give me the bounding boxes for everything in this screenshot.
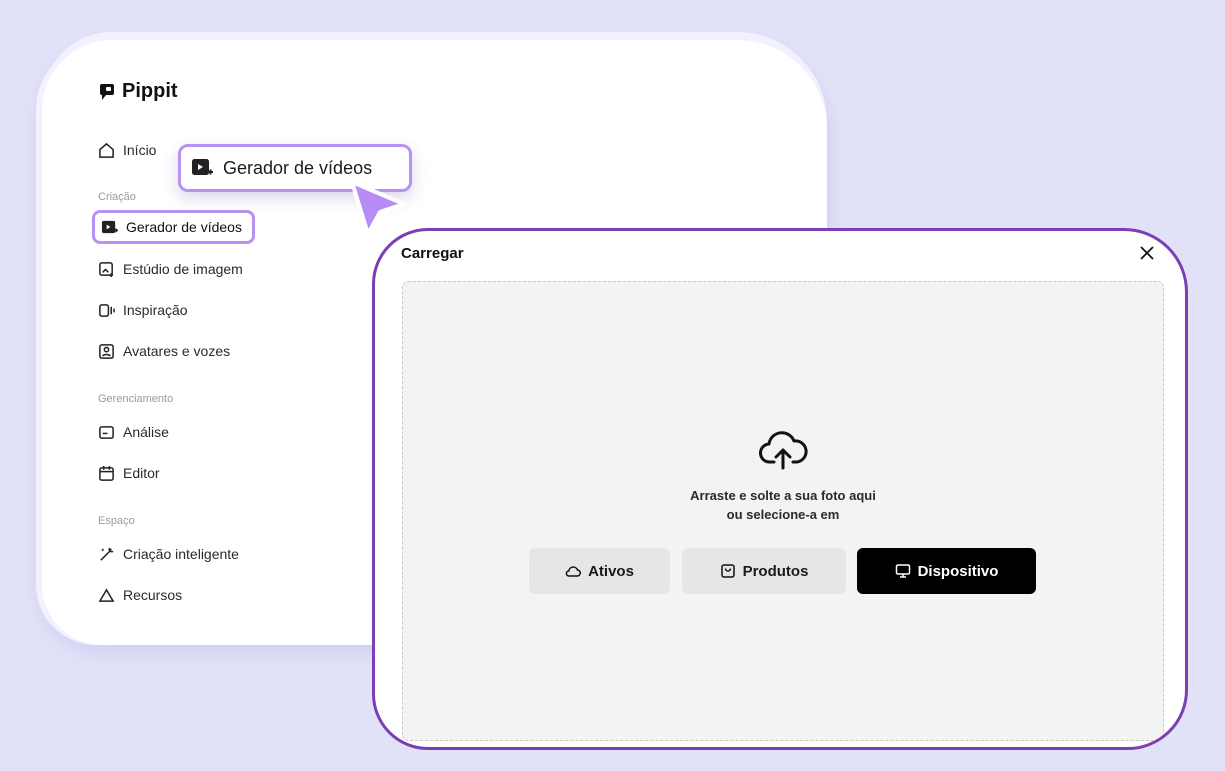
avatar-icon: [99, 343, 114, 359]
drop-instruction: Arraste e solte a sua foto aqui: [690, 488, 876, 503]
video-generator-icon: [192, 159, 213, 175]
monitor-icon: [895, 564, 910, 578]
magic-wand-icon: [100, 547, 114, 561]
sidebar-item-label: Estúdio de imagem: [123, 261, 243, 277]
analytics-icon: [99, 425, 114, 439]
image-studio-icon: [99, 261, 114, 277]
sidebar-item-avatars[interactable]: Avatares e vozes: [98, 339, 230, 363]
upload-modal: Carregar Arraste e solte a sua foto aqui…: [372, 228, 1188, 750]
sidebar-item-smart-creation[interactable]: Criação inteligente: [98, 542, 239, 566]
products-button[interactable]: Produtos: [682, 548, 846, 594]
pippit-logo-icon: [100, 83, 114, 100]
brand-name: Pippit: [122, 80, 178, 102]
home-icon: [99, 142, 114, 158]
sidebar-item-label: Inspiração: [123, 302, 188, 318]
sidebar-item-label: Análise: [123, 424, 169, 440]
sidebar-item-home[interactable]: Início: [98, 138, 156, 162]
section-label-management: Gerenciamento: [98, 393, 174, 405]
device-button-label: Dispositivo: [917, 562, 999, 580]
drop-instruction-secondary: ou selecione-a em: [726, 507, 840, 522]
resources-icon: [98, 587, 115, 602]
cloud-icon: [565, 566, 582, 577]
sidebar-item-label: Gerador de vídeos: [126, 219, 242, 235]
calendar-icon: [99, 465, 114, 481]
close-icon[interactable]: [1137, 243, 1157, 263]
modal-title: Carregar: [401, 245, 464, 262]
sidebar-item-resources[interactable]: Recursos: [98, 583, 182, 607]
brand-logo[interactable]: Pippit: [98, 80, 178, 103]
inspiration-icon: [99, 303, 115, 317]
sidebar-item-inspiration[interactable]: Inspiração: [98, 298, 188, 322]
sidebar-item-video-generator[interactable]: Gerador de vídeos: [92, 210, 255, 244]
sidebar-item-editor[interactable]: Editor: [98, 461, 160, 485]
drop-zone[interactable]: Arraste e solte a sua foto aqui ou selec…: [402, 281, 1164, 741]
products-button-label: Produtos: [742, 562, 809, 580]
section-label-space: Espaço: [98, 515, 135, 527]
sidebar-item-label: Início: [123, 142, 157, 158]
sidebar-item-label: Editor: [123, 465, 160, 481]
sidebar-item-label: Recursos: [123, 587, 183, 603]
sidebar-item-analytics[interactable]: Análise: [98, 420, 169, 444]
bag-icon: [720, 564, 735, 578]
video-generator-icon: [101, 220, 118, 233]
sidebar-item-label: Avatares e vozes: [123, 343, 231, 359]
assets-button-label: Ativos: [588, 562, 634, 580]
section-label-creation: Criação: [98, 191, 136, 203]
sidebar-item-label: Criação inteligente: [123, 546, 239, 562]
device-button[interactable]: Dispositivo: [857, 548, 1036, 594]
callout-label: Gerador de vídeos: [223, 157, 373, 178]
assets-button[interactable]: Ativos: [529, 548, 670, 594]
sidebar-item-image-studio[interactable]: Estúdio de imagem: [98, 257, 243, 281]
cursor-arrow-icon: [350, 180, 406, 236]
cloud-upload-icon: [759, 431, 808, 470]
